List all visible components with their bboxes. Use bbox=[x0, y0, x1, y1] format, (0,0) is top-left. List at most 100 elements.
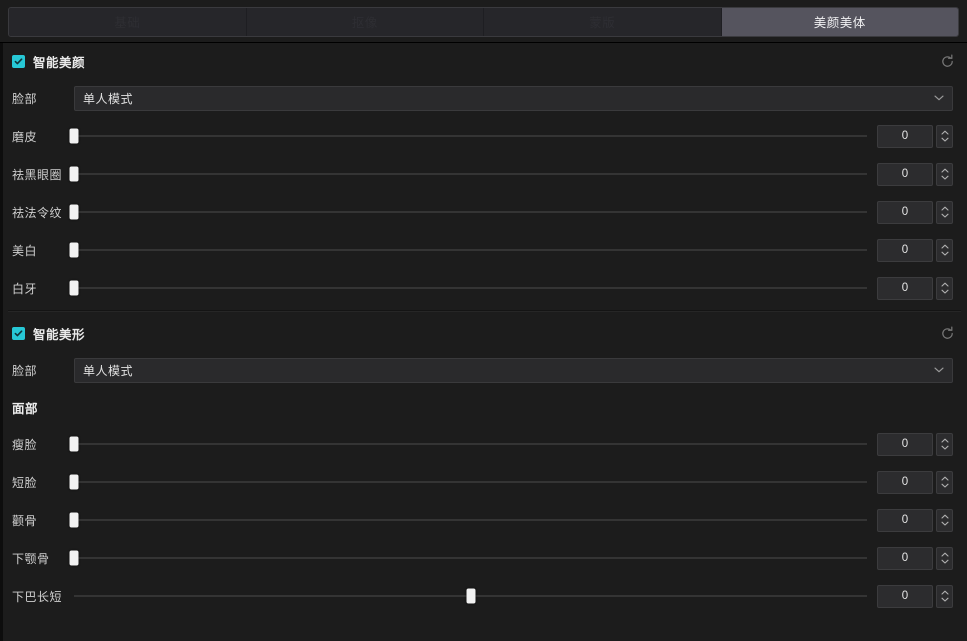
slider-teeth-spinner[interactable] bbox=[936, 276, 953, 300]
slider-short-face-track bbox=[74, 481, 867, 483]
slider-cheekbone-spinner[interactable] bbox=[936, 508, 953, 532]
slider-dark-circles-spinner[interactable] bbox=[936, 162, 953, 186]
numbox-dark-circles: 0 bbox=[877, 162, 953, 186]
chevron-up-icon bbox=[940, 590, 949, 595]
chevron-up-icon bbox=[940, 514, 949, 519]
slider-jawbone-track bbox=[74, 557, 867, 559]
slider-whitening-label: 美白 bbox=[12, 243, 38, 258]
slider-slim-face[interactable] bbox=[69, 434, 867, 454]
slider-whitening-thumb[interactable] bbox=[69, 242, 79, 258]
face-mode-reshape-label: 脸部 bbox=[12, 363, 38, 378]
slider-jawbone-label: 下颚骨 bbox=[12, 551, 50, 566]
section-divider bbox=[8, 310, 961, 312]
reset-icon bbox=[941, 326, 953, 339]
numbox-nasolabial: 0 bbox=[877, 200, 953, 224]
smart-reshape-reset-button[interactable] bbox=[937, 323, 957, 343]
slider-nasolabial-thumb[interactable] bbox=[69, 204, 79, 220]
slider-mopi-spinner[interactable] bbox=[936, 124, 953, 148]
subheader-facial-title: 面部 bbox=[12, 401, 39, 416]
face-mode-beauty-value: 单人模式 bbox=[83, 91, 134, 106]
chevron-up-icon bbox=[940, 244, 949, 249]
slider-whitening-spinner[interactable] bbox=[936, 238, 953, 262]
row-slider-chin-length: 下巴长短 0 bbox=[0, 577, 967, 615]
slider-mopi-value-input[interactable]: 0 bbox=[877, 124, 933, 148]
slider-jawbone-value-input[interactable]: 0 bbox=[877, 546, 933, 570]
slider-nasolabial-track bbox=[74, 211, 867, 213]
slider-nasolabial[interactable] bbox=[69, 202, 867, 222]
tab-keying[interactable]: 抠像 bbox=[246, 7, 484, 36]
chevron-down-icon bbox=[934, 367, 944, 374]
slider-chin-length-thumb[interactable] bbox=[466, 588, 475, 604]
slider-dark-circles-label: 祛黑眼圈 bbox=[12, 167, 63, 182]
chevron-down-icon bbox=[940, 597, 949, 602]
slider-short-face-thumb[interactable] bbox=[69, 474, 79, 490]
tab-keying-label: 抠像 bbox=[351, 16, 378, 30]
slider-dark-circles-value-input[interactable]: 0 bbox=[877, 162, 933, 186]
numbox-whitening: 0 bbox=[877, 238, 953, 262]
reset-icon bbox=[941, 54, 953, 67]
tab-bar: 基础 抠像 蒙版 美颜美体 bbox=[0, 0, 967, 43]
slider-whitening[interactable] bbox=[69, 240, 867, 260]
slider-short-face-value-input[interactable]: 0 bbox=[877, 470, 933, 494]
smart-reshape-title: 智能美形 bbox=[33, 327, 86, 342]
slider-cheekbone[interactable] bbox=[69, 510, 867, 530]
slider-teeth[interactable] bbox=[69, 278, 867, 298]
numbox-mopi: 0 bbox=[877, 124, 953, 148]
numbox-teeth: 0 bbox=[877, 276, 953, 300]
slider-dark-circles-track bbox=[74, 173, 867, 175]
slider-jawbone-spinner[interactable] bbox=[936, 546, 953, 570]
tab-mask-label: 蒙版 bbox=[589, 16, 616, 30]
chevron-down-icon bbox=[940, 521, 949, 526]
chevron-down-icon bbox=[940, 213, 949, 218]
chevron-down-icon bbox=[934, 95, 944, 102]
slider-teeth-thumb[interactable] bbox=[69, 280, 79, 296]
slider-short-face-spinner[interactable] bbox=[936, 470, 953, 494]
tab-beauty[interactable]: 美颜美体 bbox=[721, 7, 958, 36]
smart-beauty-reset-button[interactable] bbox=[937, 51, 957, 71]
chevron-up-icon bbox=[940, 282, 949, 287]
face-mode-reshape-select[interactable]: 单人模式 bbox=[74, 357, 953, 383]
slider-whitening-track bbox=[74, 249, 867, 251]
slider-mopi-thumb[interactable] bbox=[69, 128, 79, 144]
slider-whitening-value-input[interactable]: 0 bbox=[877, 238, 933, 262]
slider-nasolabial-spinner[interactable] bbox=[936, 200, 953, 224]
slider-teeth-value-input[interactable]: 0 bbox=[877, 276, 933, 300]
slider-mopi-label: 磨皮 bbox=[12, 129, 38, 144]
smart-reshape-checkbox[interactable] bbox=[12, 326, 25, 340]
slider-slim-face-label: 瘦脸 bbox=[12, 437, 38, 452]
slider-nasolabial-label: 祛法令纹 bbox=[12, 205, 63, 220]
row-slider-nasolabial: 祛法令纹 0 bbox=[0, 193, 967, 231]
face-mode-beauty-select[interactable]: 单人模式 bbox=[74, 85, 953, 111]
slider-cheekbone-label: 颧骨 bbox=[12, 513, 38, 528]
chevron-down-icon bbox=[940, 137, 949, 142]
slider-chin-length[interactable] bbox=[74, 586, 867, 606]
tab-mask[interactable]: 蒙版 bbox=[484, 7, 722, 36]
slider-slim-face-thumb[interactable] bbox=[69, 436, 79, 452]
slider-dark-circles[interactable] bbox=[69, 164, 867, 184]
chevron-down-icon bbox=[940, 251, 949, 256]
slider-chin-length-spinner[interactable] bbox=[936, 584, 953, 608]
row-face-mode-reshape: 脸部 单人模式 bbox=[0, 351, 967, 389]
face-mode-beauty-label: 脸部 bbox=[12, 91, 38, 106]
slider-jawbone[interactable] bbox=[69, 548, 867, 568]
slider-dark-circles-thumb[interactable] bbox=[69, 166, 79, 182]
chevron-up-icon bbox=[940, 168, 949, 173]
slider-slim-face-spinner[interactable] bbox=[936, 432, 953, 456]
slider-chin-length-value-input[interactable]: 0 bbox=[877, 584, 933, 608]
chevron-up-icon bbox=[940, 206, 949, 211]
row-slider-slim-face: 瘦脸 0 bbox=[0, 425, 967, 463]
row-slider-short-face: 短脸 0 bbox=[0, 463, 967, 501]
slider-short-face[interactable] bbox=[69, 472, 867, 492]
section-header-smart-beauty: 智能美颜 bbox=[0, 43, 967, 79]
chevron-down-icon bbox=[940, 559, 949, 564]
slider-short-face-label: 短脸 bbox=[12, 475, 38, 490]
smart-beauty-checkbox[interactable] bbox=[12, 54, 25, 68]
slider-nasolabial-value-input[interactable]: 0 bbox=[877, 200, 933, 224]
slider-slim-face-value-input[interactable]: 0 bbox=[877, 432, 933, 456]
tab-basic[interactable]: 基础 bbox=[9, 7, 247, 36]
slider-cheekbone-value-input[interactable]: 0 bbox=[877, 508, 933, 532]
slider-cheekbone-thumb[interactable] bbox=[69, 512, 79, 528]
slider-mopi[interactable] bbox=[69, 126, 867, 146]
slider-jawbone-thumb[interactable] bbox=[69, 550, 79, 566]
chevron-down-icon bbox=[940, 289, 949, 294]
